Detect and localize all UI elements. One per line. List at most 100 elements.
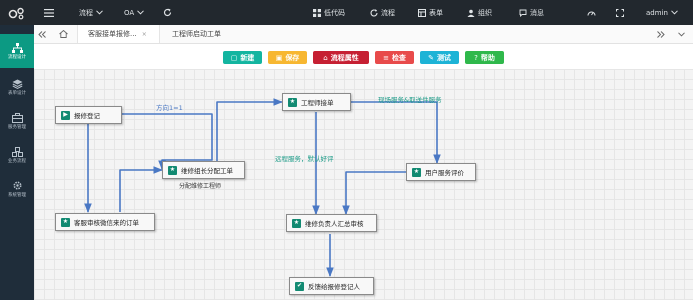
help-icon: ? xyxy=(474,53,478,62)
node-label: 用户服务评价 xyxy=(425,169,464,177)
fullscreen-icon[interactable] xyxy=(616,0,624,25)
refresh-icon[interactable] xyxy=(163,0,172,25)
help-button-label: 帮助 xyxy=(480,53,495,62)
save-button-label: 保存 xyxy=(285,53,300,62)
menu-process-dropdown[interactable]: 流程 xyxy=(79,0,103,25)
flow-node-summary[interactable]: ★ 维修负责人汇总审核 xyxy=(286,214,377,232)
tab-label: 工程师启动工单 xyxy=(172,30,221,38)
nav-message[interactable]: 消息 xyxy=(519,0,544,25)
user-menu-dropdown[interactable]: admin xyxy=(646,0,678,25)
node-label: 维修负责人汇总审核 xyxy=(305,220,364,228)
nav-lowcode-label: 低代码 xyxy=(324,8,345,17)
save-icon: ▣ xyxy=(275,53,283,62)
menu-oa-dropdown[interactable]: OA xyxy=(124,0,145,25)
test-button[interactable]: ✎ 测试 xyxy=(420,51,459,64)
edge-label-direction: 方向1=1 xyxy=(156,104,183,112)
save-button[interactable]: ▣ 保存 xyxy=(268,51,307,64)
sidebar-item-system-management[interactable]: 系统管理 xyxy=(0,172,34,206)
tab-label: 客服接单报修... xyxy=(88,30,137,38)
star-icon: ★ xyxy=(168,165,177,175)
check-button-label: 检查 xyxy=(391,53,406,62)
chevron-down-icon xyxy=(137,10,145,15)
play-icon: ▶ xyxy=(61,110,70,120)
new-button[interactable]: ▢ 新建 xyxy=(223,51,262,64)
star-icon: ★ xyxy=(412,167,421,177)
sidebar-item-label: 流程设计 xyxy=(8,54,26,60)
tabs-scroll-left-icon[interactable] xyxy=(34,25,50,43)
grid-icon xyxy=(313,8,321,17)
gear-icon xyxy=(12,181,22,190)
check-button[interactable]: ≡ 检查 xyxy=(375,51,414,64)
nav-lowcode[interactable]: 低代码 xyxy=(313,0,345,25)
sidebar-item-service-management[interactable]: 服务管理 xyxy=(0,104,34,138)
edge-review-to-dispatch[interactable] xyxy=(119,166,163,212)
nav-form[interactable]: 表单 xyxy=(418,0,443,25)
sidebar-item-business-process[interactable]: 业务流程 xyxy=(0,138,34,172)
node-label: 工程师接单 xyxy=(301,99,334,107)
check-icon: ✔ xyxy=(295,281,304,291)
cubes-icon xyxy=(11,146,23,157)
star-icon: ★ xyxy=(288,97,297,107)
check-list-icon: ≡ xyxy=(383,53,389,62)
speedometer-icon[interactable] xyxy=(587,0,596,25)
layers-icon xyxy=(12,79,22,89)
tab-repair-order[interactable]: 客服接单报修... × xyxy=(77,25,160,43)
close-icon[interactable]: × xyxy=(142,31,147,38)
nav-workflow[interactable]: 流程 xyxy=(370,0,395,25)
edge-label-remote: 远程服务，默认好评 xyxy=(275,155,334,163)
flow-node-review[interactable]: ★ 客服审核微信来的订单 xyxy=(55,213,155,231)
new-button-label: 新建 xyxy=(240,53,255,62)
edit-icon: ✎ xyxy=(428,53,434,62)
flow-canvas[interactable]: 方向1=1 分配维修工程师 现场服务&取送件服务 远程服务，默认好评 ▶ 报修登… xyxy=(34,69,693,300)
sitemap-icon xyxy=(11,42,23,53)
edge-label-onsite: 现场服务&取送件服务 xyxy=(378,96,442,104)
app-logo-icon xyxy=(0,0,34,25)
process-properties-button[interactable]: ⌂ 流程属性 xyxy=(313,51,369,64)
briefcase-icon xyxy=(11,112,23,123)
home-icon[interactable] xyxy=(56,25,70,43)
chevron-down-icon xyxy=(96,10,103,15)
flow-node-feedback[interactable]: ✔ 反馈给报修登记人 xyxy=(289,277,374,295)
designer-toolbar: ▢ 新建 ▣ 保存 ⌂ 流程属性 ≡ 检查 ✎ 测试 ? 帮助 xyxy=(34,45,693,69)
node-label: 维修组长分配工单 xyxy=(181,167,233,175)
edge-dispatch-to-engineer[interactable] xyxy=(216,98,283,170)
tab-engineer-start-order[interactable]: 工程师启动工单 xyxy=(162,25,242,43)
user-name: admin xyxy=(646,8,668,17)
tabs-menu-chevron-down-icon[interactable] xyxy=(674,25,688,43)
star-icon: ★ xyxy=(61,217,70,227)
node-label: 客服审核微信来的订单 xyxy=(74,219,139,227)
node-label: 报修登记 xyxy=(74,112,100,120)
edge-label-assign: 分配维修工程师 xyxy=(179,183,222,190)
flow-edges xyxy=(84,98,441,277)
sidebar-item-label: 业务流程 xyxy=(8,158,26,164)
settings-icon: ⌂ xyxy=(323,53,328,62)
node-label: 反馈给报修登记人 xyxy=(308,283,360,291)
tabs-scroll-right-icon[interactable] xyxy=(654,25,668,43)
nav-form-label: 表单 xyxy=(429,8,443,17)
menu-oa-label: OA xyxy=(124,8,135,17)
menu-toggle-icon[interactable] xyxy=(44,0,54,25)
edge-engineer-to-evaluate[interactable] xyxy=(351,101,441,164)
nav-org-label: 组织 xyxy=(478,8,492,17)
test-button-label: 测试 xyxy=(436,53,451,62)
users-icon xyxy=(467,9,475,17)
flow-node-engineer[interactable]: ★ 工程师接单 xyxy=(282,93,351,111)
flow-node-dispatch[interactable]: ★ 维修组长分配工单 xyxy=(162,161,245,179)
tab-bar: 客服接单报修... × 工程师启动工单 xyxy=(34,25,693,44)
file-icon: ▢ xyxy=(230,53,238,62)
nav-workflow-label: 流程 xyxy=(381,8,395,17)
chat-icon xyxy=(519,9,527,17)
dashboard-icon xyxy=(418,8,426,17)
sidebar-item-form-design[interactable]: 表单设计 xyxy=(0,70,34,104)
star-icon: ★ xyxy=(292,218,301,228)
process-properties-label: 流程属性 xyxy=(330,53,359,62)
sidebar-item-process-design[interactable]: 流程设计 xyxy=(0,34,34,68)
flow-node-evaluate[interactable]: ★ 用户服务评价 xyxy=(406,163,476,181)
sidebar-item-label: 系统管理 xyxy=(8,193,26,198)
sidebar-item-label: 表单设计 xyxy=(8,90,26,96)
refresh-icon xyxy=(370,8,378,16)
help-button[interactable]: ? 帮助 xyxy=(465,51,504,64)
edge-evaluate-to-summary[interactable] xyxy=(342,171,406,215)
nav-org[interactable]: 组织 xyxy=(467,0,492,25)
flow-node-start[interactable]: ▶ 报修登记 xyxy=(55,106,122,124)
